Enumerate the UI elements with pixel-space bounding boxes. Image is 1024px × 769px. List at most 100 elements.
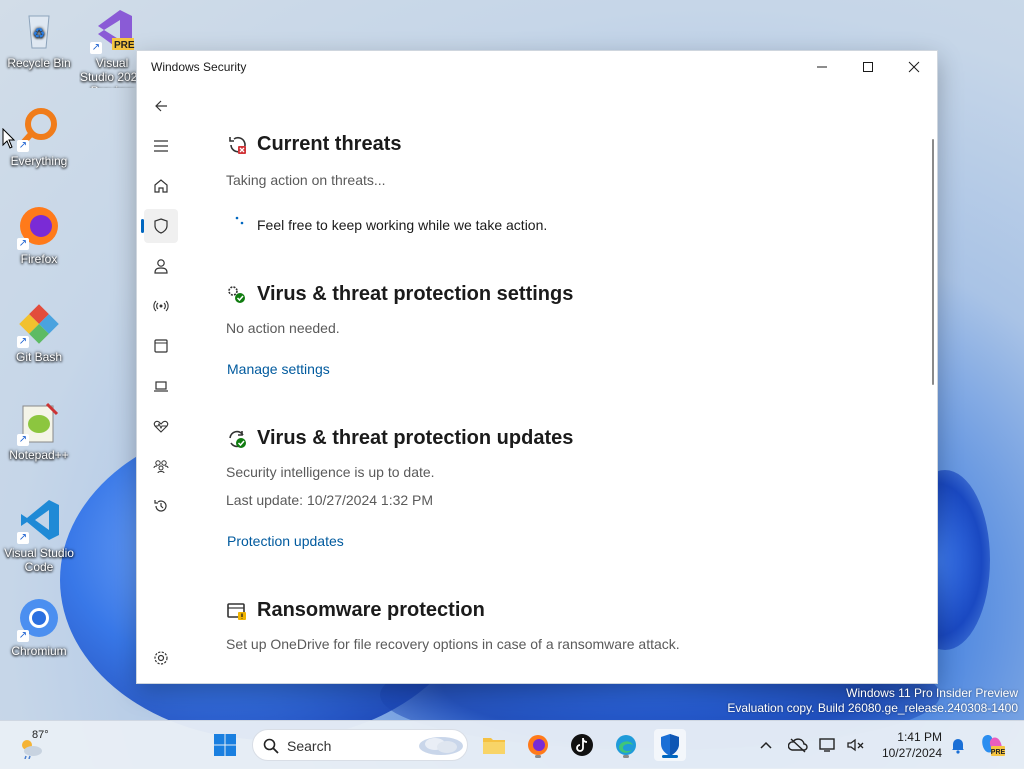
shield-icon	[154, 218, 168, 234]
main-content: Current threats Taking action on threats…	[226, 83, 925, 683]
app-browser-icon	[154, 339, 168, 353]
taskbar-tiktok[interactable]	[566, 729, 598, 761]
watermark-line-2: Evaluation copy. Build 26080.ge_release.…	[727, 701, 1018, 715]
current-threats-header: Current threats	[226, 133, 401, 156]
desktop-icon-firefox[interactable]: ↗ Firefox	[1, 204, 77, 266]
notepadpp-icon: ↗	[17, 400, 61, 446]
nav-app-browser-control[interactable]	[144, 329, 178, 363]
tray-volume[interactable]	[840, 729, 872, 761]
manage-settings-link[interactable]: Manage settings	[227, 361, 330, 377]
nav-protection-history[interactable]	[144, 489, 178, 523]
start-button[interactable]	[209, 729, 241, 761]
nav-family-options[interactable]	[144, 449, 178, 483]
selection-indicator	[141, 219, 144, 233]
git-bash-icon: ↗	[17, 302, 61, 348]
desktop-icon-label: Everything	[10, 154, 68, 168]
desktop-icon-label: Recycle Bin	[7, 56, 71, 70]
protection-updates-status: Security intelligence is up to date.	[226, 464, 435, 480]
firefox-icon	[528, 735, 548, 755]
desktop-icon-label: Visual Studio 2022 Preview	[79, 56, 145, 88]
navigation-rail	[137, 83, 183, 683]
last-update-text: Last update: 10/27/2024 1:32 PM	[226, 492, 434, 508]
desktop-icon-vscode[interactable]: ↗ Visual Studio Code	[1, 498, 77, 574]
protection-settings-heading: Virus & threat protection settings	[257, 283, 574, 305]
shortcut-arrow-icon: ↗	[17, 140, 29, 152]
visual-studio-icon: PRE ↗	[90, 8, 135, 54]
file-explorer-icon	[483, 738, 505, 754]
nav-settings[interactable]	[144, 641, 178, 675]
svg-text:♻: ♻	[33, 25, 46, 41]
firefox-icon: ↗	[17, 204, 61, 250]
back-icon	[155, 100, 167, 112]
mouse-cursor-icon	[2, 128, 16, 149]
nav-device-performance-health[interactable]	[144, 409, 178, 443]
scrollbar[interactable]	[932, 139, 934, 385]
tiktok-icon	[571, 734, 593, 756]
title-bar[interactable]: Windows Security	[137, 51, 937, 83]
maximize-button[interactable]	[845, 51, 891, 83]
desktop-icon-label: Firefox	[20, 252, 58, 266]
menu-button[interactable]	[144, 129, 178, 163]
history-icon	[154, 500, 167, 512]
volume-muted-icon	[847, 738, 864, 752]
menu-icon	[154, 140, 168, 152]
minimize-icon	[817, 66, 827, 68]
desktop-icon-label: Visual Studio Code	[4, 546, 74, 574]
running-indicator	[535, 755, 541, 758]
protection-updates-icon	[229, 430, 246, 448]
close-button[interactable]	[891, 51, 937, 83]
window-title: Windows Security	[151, 60, 247, 74]
search-icon	[263, 738, 279, 754]
windows-security-window: Windows Security Current threats Taking …	[137, 51, 937, 683]
taskbar-file-explorer[interactable]	[478, 729, 510, 761]
nav-virus-threat-protection[interactable]	[141, 209, 178, 243]
notification-bell-icon	[952, 739, 964, 754]
protection-updates-link[interactable]: Protection updates	[227, 533, 344, 549]
protection-settings-header: Virus & threat protection settings	[226, 283, 573, 306]
nav-account-protection[interactable]	[144, 249, 178, 283]
back-button[interactable]	[144, 89, 178, 123]
nav-device-security[interactable]	[144, 369, 178, 403]
watermark-line-1: Windows 11 Pro Insider Preview	[846, 686, 1018, 700]
nav-home[interactable]	[144, 169, 178, 203]
shortcut-arrow-icon: ↗	[17, 630, 29, 642]
threat-history-icon	[229, 136, 246, 154]
taskbar-windows-security[interactable]	[654, 729, 686, 761]
ransomware-header: Ransomware protection	[226, 599, 485, 622]
account-icon	[154, 259, 168, 274]
desktop-icon-git-bash[interactable]: ↗ Git Bash	[1, 302, 77, 364]
shortcut-arrow-icon: ↗	[17, 532, 29, 544]
desktop-icon-visual-studio[interactable]: PRE ↗ Visual Studio 2022 Preview	[79, 8, 145, 88]
desktop-icon-label: Notepad++	[9, 448, 69, 462]
clock-date: 10/27/2024	[881, 746, 942, 760]
desktop-icon-chromium[interactable]: ↗ Chromium	[1, 596, 77, 658]
health-icon	[153, 420, 169, 433]
svg-text:PRE: PRE	[991, 749, 1005, 756]
desktop-icon-recycle-bin[interactable]: ♻ Recycle Bin	[1, 8, 77, 70]
chevron-up-icon	[760, 741, 772, 749]
minimize-button[interactable]	[799, 51, 845, 83]
notifications-button[interactable]	[942, 729, 974, 761]
protection-settings-status: No action needed.	[226, 320, 340, 336]
current-threats-note: Feel free to keep working while we take …	[257, 217, 548, 233]
search-highlight-icon	[419, 737, 463, 755]
taskbar: 87° Search 1:41 PM 10/27/2024 PRE	[0, 720, 1024, 769]
ransomware-heading: Ransomware protection	[257, 599, 485, 621]
search-placeholder: Search	[287, 738, 332, 754]
taskbar-edge[interactable]	[610, 729, 642, 761]
chromium-icon: ↗	[17, 596, 61, 642]
nav-firewall-network[interactable]	[144, 289, 178, 323]
edge-icon	[616, 735, 636, 755]
shortcut-arrow-icon: ↗	[90, 42, 102, 54]
recycle-bin-icon: ♻	[17, 8, 61, 52]
tray-onedrive[interactable]	[782, 729, 814, 761]
ransomware-status: Set up OneDrive for file recovery option…	[226, 636, 680, 652]
system-clock[interactable]: 1:41 PM 10/27/2024	[882, 729, 942, 761]
desktop-icon-notepadpp[interactable]: ↗ Notepad++	[1, 400, 77, 462]
running-indicator	[623, 755, 629, 758]
show-hidden-icons-button[interactable]	[750, 729, 782, 761]
taskbar-firefox[interactable]	[522, 729, 554, 761]
copilot-button[interactable]: PRE	[976, 729, 1008, 761]
taskbar-search-box[interactable]: Search	[252, 729, 468, 761]
vscode-icon: ↗	[17, 498, 61, 544]
